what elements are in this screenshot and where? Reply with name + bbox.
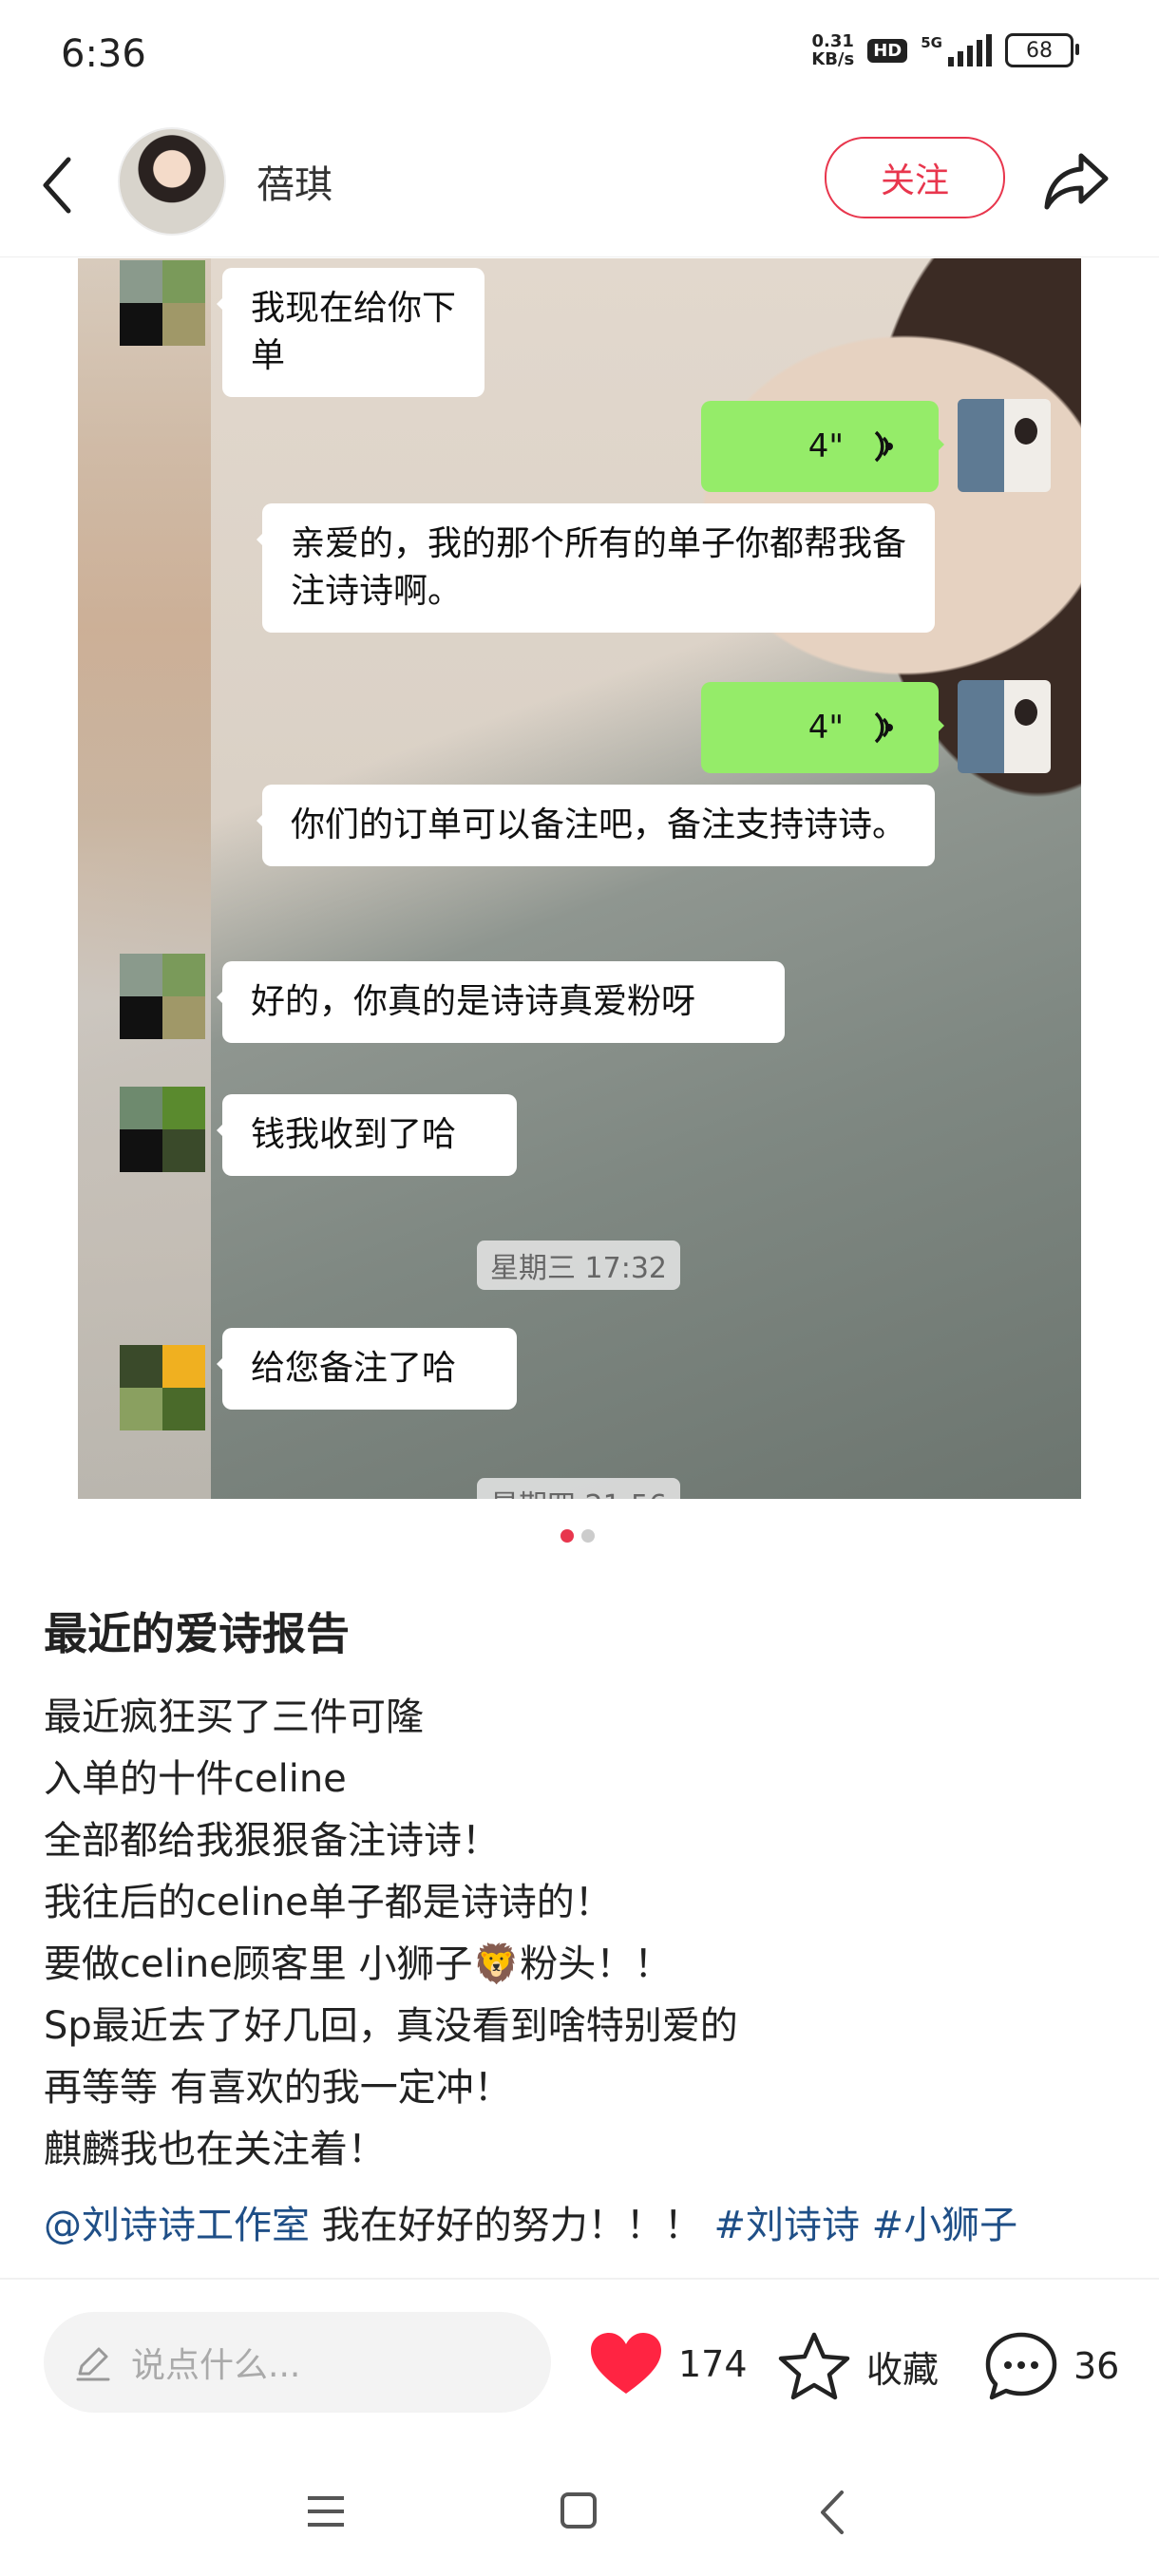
share-icon[interactable] (1041, 148, 1112, 215)
status-time: 6:36 (61, 32, 146, 76)
chat-bubble: 你们的订单可以备注吧，备注支持诗诗。 (256, 785, 935, 866)
status-bar: 6:36 0.31 KB/s HD 5G 68 (0, 0, 1159, 114)
chat-timestamp: 星期三 17:32 (477, 1241, 680, 1290)
contact-avatar (120, 260, 205, 346)
home-icon[interactable] (560, 2492, 597, 2529)
hashtag-link[interactable]: #刘诗诗 (713, 2204, 860, 2247)
post-line: 要做celine顾客里 小狮子🦁粉头！！ (44, 1942, 673, 1986)
voice-duration: 4" (808, 427, 844, 465)
author-avatar[interactable] (118, 127, 226, 236)
post-line: 再等等 有喜欢的我一定冲！ (44, 2066, 512, 2110)
like-count: 174 (678, 2343, 748, 2385)
author-name[interactable]: 蓓琪 (256, 154, 332, 209)
system-nav-bar (0, 2451, 1159, 2576)
comment-input[interactable]: 说点什么... (44, 2312, 551, 2413)
like-button[interactable]: 174 (589, 2331, 748, 2397)
contact-avatar (120, 1345, 205, 1430)
post-line: 最近疯狂买了三件可隆 (44, 1695, 424, 1739)
status-indicators: 0.31 KB/s HD 5G 68 (811, 31, 1079, 69)
menu-icon[interactable] (306, 2492, 346, 2530)
pencil-icon (76, 2347, 110, 2381)
post-header: 蓓琪 关注 (0, 114, 1159, 257)
network-type: 5G (921, 34, 942, 51)
comment-bubble-icon (985, 2332, 1057, 2400)
pixelated-strip (78, 258, 211, 1499)
signal-icon: 5G (921, 34, 992, 66)
mention-link[interactable]: @刘诗诗工作室 (44, 2204, 310, 2247)
self-avatar (958, 399, 1051, 492)
battery-level: 68 (1026, 38, 1053, 63)
carousel-indicator (560, 1529, 595, 1543)
chat-bubble: 好的，你真的是诗诗真爱粉呀 (217, 961, 785, 1043)
post-image[interactable]: 我现在给你下单 4" 亲爱的，我的那个所有的单子你都帮我备注诗诗啊。 4" 你们… (78, 258, 1081, 1499)
post-tags-line: @刘诗诗工作室 我在好好的努力！！！ #刘诗诗 #小狮子 (44, 2194, 1017, 2249)
post-line: Sp最近去了好几回，真没看到啥特别爱的 (44, 2004, 738, 2048)
star-icon (778, 2332, 850, 2400)
comment-button[interactable]: 36 (984, 2331, 1119, 2401)
back-icon[interactable] (38, 152, 76, 218)
contact-avatar (120, 1087, 205, 1172)
post-line: 我往后的celine单子都是诗诗的！ (44, 1881, 613, 1924)
voice-wave-icon (874, 430, 893, 463)
self-avatar (958, 680, 1051, 773)
post-body: 最近疯狂买了三件可隆 入单的十件celine 全部都给我狠狠备注诗诗！ 我往后的… (44, 1687, 1117, 2181)
heart-icon (591, 2333, 661, 2394)
hd-badge: HD (867, 38, 908, 63)
comment-placeholder: 说点什么... (131, 2346, 301, 2385)
battery-icon: 68 (1005, 33, 1079, 67)
collect-button[interactable]: 收藏 (777, 2331, 939, 2401)
post-line: 全部都给我狠狠备注诗诗！ (44, 1819, 500, 1863)
chat-bubble: 亲爱的，我的那个所有的单子你都帮我备注诗诗啊。 (256, 503, 935, 633)
carousel-dot-active (560, 1529, 574, 1543)
post-title: 最近的爱诗报告 (44, 1608, 350, 1659)
voice-duration: 4" (808, 709, 844, 747)
post-line: 麒麟我也在关注着！ (44, 2128, 386, 2171)
nav-back-icon[interactable] (817, 2489, 846, 2536)
divider (0, 2278, 1159, 2280)
carousel-dot (581, 1529, 595, 1543)
voice-message[interactable]: 4" (701, 401, 944, 492)
chat-timestamp: 星期四 21:56 (477, 1478, 680, 1499)
follow-button[interactable]: 关注 (825, 137, 1005, 218)
collect-label: 收藏 (866, 2348, 940, 2391)
chat-bubble: 给您备注了哈 (217, 1328, 517, 1410)
comment-count: 36 (1074, 2345, 1120, 2387)
post-line: 入单的十件celine (44, 1757, 347, 1801)
voice-message[interactable]: 4" (701, 682, 944, 773)
post-tail-text: 我在好好的努力！！！ (310, 2204, 702, 2247)
hashtag-link[interactable]: #小狮子 (872, 2204, 1018, 2247)
voice-wave-icon (874, 711, 893, 744)
network-speed: 0.31 KB/s (811, 31, 855, 69)
chat-bubble: 我现在给你下单 (217, 268, 484, 397)
contact-avatar (120, 954, 205, 1039)
chat-bubble: 钱我收到了哈 (217, 1094, 517, 1176)
